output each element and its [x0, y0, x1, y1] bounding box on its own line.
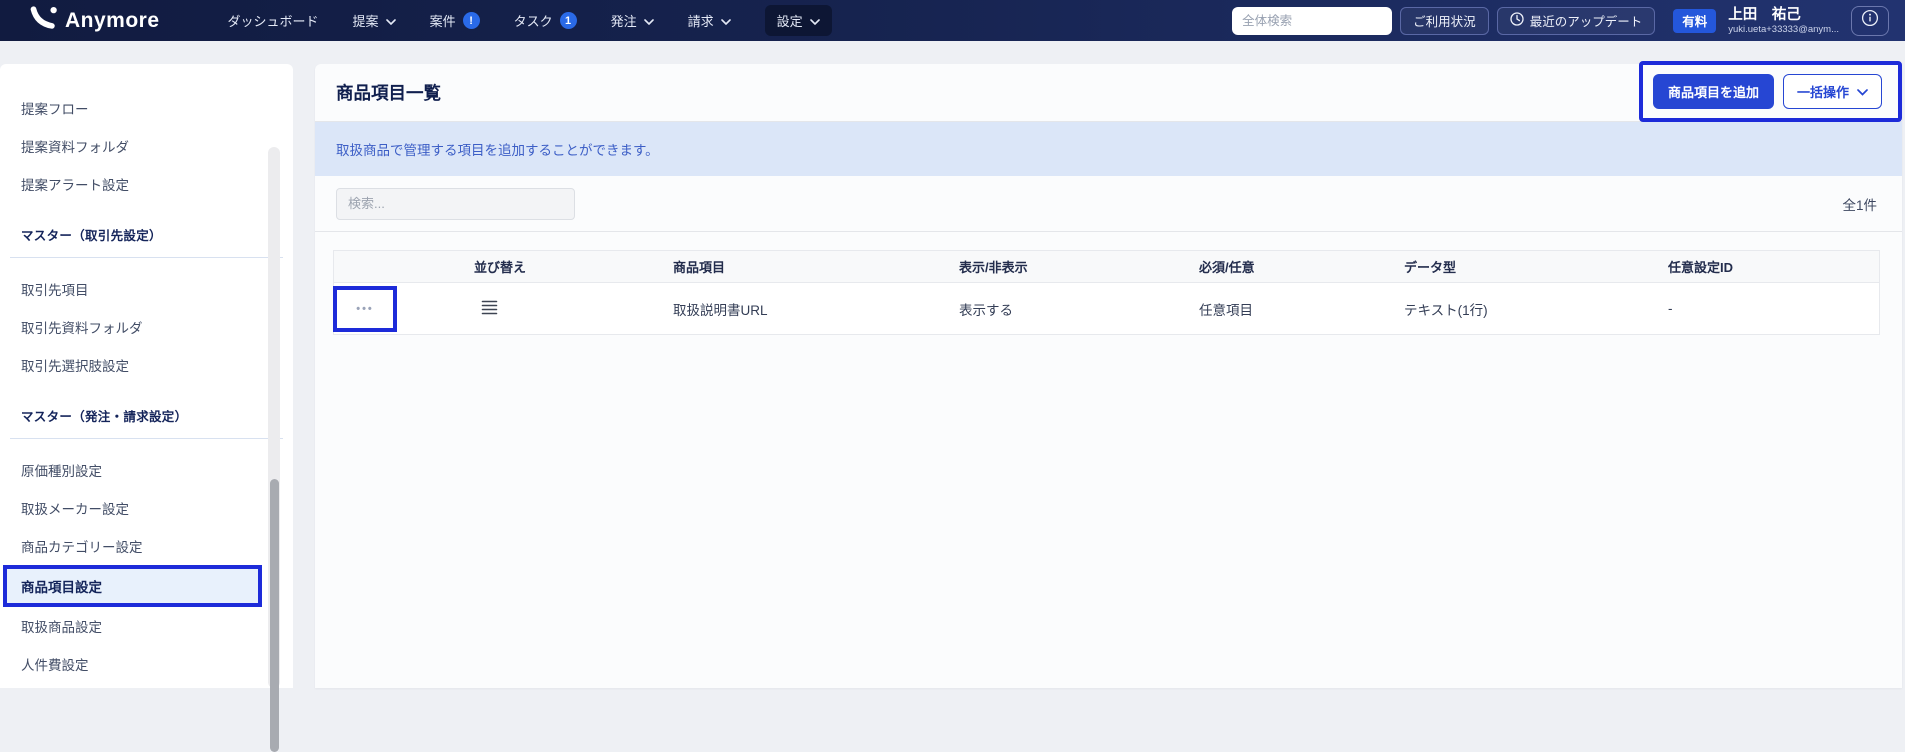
- info-button[interactable]: [1851, 6, 1889, 36]
- list-search-input[interactable]: [336, 188, 575, 220]
- chevron-down-icon: [386, 13, 396, 28]
- total-count-label: 全1件: [1842, 194, 1877, 214]
- chevron-down-icon: [1857, 84, 1868, 99]
- nav-item-task[interactable]: タスク 1: [514, 11, 577, 30]
- nav-item-invoice[interactable]: 請求: [688, 11, 731, 30]
- annotation-box-row-menu: •••: [333, 286, 397, 332]
- drag-handle-icon: [481, 300, 498, 318]
- sidebar-item-product-fields[interactable]: 商品項目設定: [3, 565, 262, 607]
- header-custom-id: 任意設定ID: [1668, 257, 1879, 276]
- add-product-field-button[interactable]: 商品項目を追加: [1653, 74, 1774, 109]
- usage-status-button[interactable]: ご利用状況: [1400, 7, 1489, 35]
- row-options-button[interactable]: •••: [356, 303, 374, 315]
- global-search-input[interactable]: [1232, 7, 1392, 35]
- task-count-badge: 1: [560, 12, 577, 29]
- cell-visibility: 表示する: [959, 299, 1199, 319]
- sidebar-item-proposal-flow[interactable]: 提案フロー: [0, 89, 293, 127]
- cell-required: 任意項目: [1199, 299, 1404, 319]
- header-item: 商品項目: [673, 257, 959, 276]
- nav-item-proposal[interactable]: 提案: [353, 11, 396, 30]
- sidebar-item-labor-cost[interactable]: 人件費設定: [0, 645, 293, 683]
- cell-datatype: テキスト(1行): [1404, 299, 1668, 319]
- header-sort: 並び替え: [474, 257, 673, 276]
- nav-item-case[interactable]: 案件 !: [430, 11, 480, 30]
- header-required: 必須/任意: [1199, 257, 1404, 276]
- info-banner: 取扱商品で管理する項目を追加することができます。: [315, 122, 1902, 176]
- sidebar-scrollbar-thumb[interactable]: [270, 479, 279, 752]
- product-fields-table: 並び替え 商品項目 表示/非表示 必須/任意 データ型 任意設定ID ••• 取…: [333, 250, 1880, 335]
- chevron-down-icon: [644, 13, 654, 28]
- cell-custom-id: -: [1668, 301, 1879, 316]
- panel-header: 商品項目一覧 商品項目を追加 一括操作: [315, 64, 1902, 122]
- brand-logo[interactable]: Anymore: [30, 4, 160, 37]
- top-nav: Anymore ダッシュボード 提案 案件 ! タスク 1 発注 請求: [0, 0, 1905, 41]
- sidebar-item-proposal-alert[interactable]: 提案アラート設定: [0, 165, 293, 203]
- chevron-down-icon: [810, 13, 820, 28]
- user-email: yuki.ueta+33333@anym...: [1728, 24, 1839, 36]
- clock-icon: [1510, 12, 1524, 29]
- nav-right-cluster: ご利用状況 最近のアップデート 有料 上田 祐己 yuki.ueta+33333…: [1232, 6, 1889, 36]
- sidebar-scrollbar-track: [268, 147, 280, 688]
- sidebar-item-client-choices[interactable]: 取引先選択肢設定: [0, 346, 293, 384]
- sidebar-section-order-invoice-master: マスター（発注・請求設定）: [10, 406, 283, 439]
- user-menu[interactable]: 上田 祐己 yuki.ueta+33333@anym...: [1728, 6, 1839, 36]
- table-header-row: 並び替え 商品項目 表示/非表示 必須/任意 データ型 任意設定ID: [334, 251, 1879, 283]
- sidebar-item-cost-type[interactable]: 原価種別設定: [0, 451, 293, 489]
- chevron-down-icon: [721, 13, 731, 28]
- plan-badge: 有料: [1673, 9, 1716, 33]
- nav-item-order[interactable]: 発注: [611, 11, 654, 30]
- recent-updates-button[interactable]: 最近のアップデート: [1497, 7, 1656, 35]
- table-row: ••• 取扱説明書URL 表示する 任意項目 テキスト(1行) -: [334, 283, 1879, 334]
- sidebar-item-client-fields[interactable]: 取引先項目: [0, 270, 293, 308]
- page-title: 商品項目一覧: [336, 80, 441, 105]
- nav-item-settings[interactable]: 設定: [765, 5, 832, 36]
- sidebar-item-client-doc-folder[interactable]: 取引先資料フォルダ: [0, 308, 293, 346]
- sidebar-item-product-settings[interactable]: 取扱商品設定: [0, 607, 293, 645]
- main-panel: 商品項目一覧 商品項目を追加 一括操作 取扱商品で管理する項目を追加することがで…: [315, 64, 1902, 688]
- settings-sidebar: 提案フロー 提案資料フォルダ 提案アラート設定 マスター（取引先設定） 取引先項…: [0, 64, 293, 688]
- info-icon: [1861, 9, 1879, 32]
- brand-name: Anymore: [65, 9, 160, 33]
- annotation-box-actions: 商品項目を追加 一括操作: [1639, 61, 1902, 122]
- anymore-swoosh-icon: [30, 4, 58, 37]
- user-name: 上田 祐己: [1728, 6, 1839, 24]
- case-alert-badge: !: [463, 12, 480, 29]
- sidebar-item-product-category[interactable]: 商品カテゴリー設定: [0, 527, 293, 565]
- sidebar-section-client-master: マスター（取引先設定）: [10, 225, 283, 258]
- sidebar-item-maker-settings[interactable]: 取扱メーカー設定: [0, 489, 293, 527]
- sidebar-item-proposal-doc-folder[interactable]: 提案資料フォルダ: [0, 127, 293, 165]
- header-visibility: 表示/非表示: [959, 257, 1199, 276]
- list-toolbar: 全1件: [315, 176, 1902, 232]
- bulk-actions-button[interactable]: 一括操作: [1783, 74, 1882, 109]
- nav-menu: ダッシュボード 提案 案件 ! タスク 1 発注 請求: [228, 5, 832, 36]
- header-datatype: データ型: [1404, 257, 1668, 276]
- row-actions-cell: •••: [334, 286, 474, 332]
- nav-item-dashboard[interactable]: ダッシュボード: [228, 11, 319, 30]
- drag-handle[interactable]: [474, 300, 673, 318]
- cell-item-name: 取扱説明書URL: [673, 299, 959, 319]
